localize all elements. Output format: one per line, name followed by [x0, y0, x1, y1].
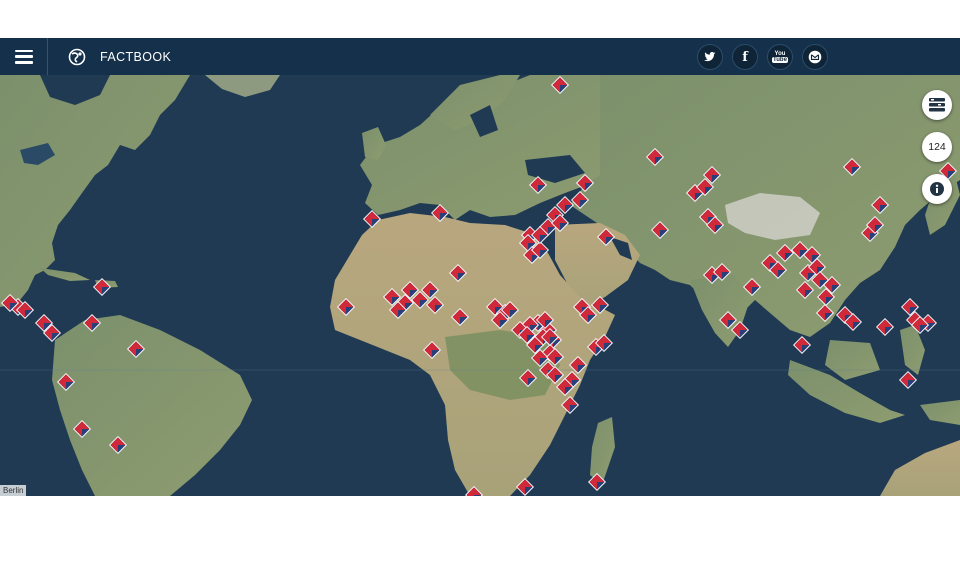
brand[interactable]: FACTBOOK [68, 48, 171, 66]
email-button[interactable] [802, 44, 828, 70]
youtube-button[interactable]: You Tube [767, 44, 793, 70]
map-attribution: Berlin [0, 485, 27, 496]
hamburger-icon [14, 49, 33, 64]
facebook-button[interactable]: f [732, 44, 758, 70]
marker-count-badge[interactable]: 124 [922, 132, 952, 162]
map-canvas[interactable] [0, 75, 960, 496]
top-navigation-bar: FACTBOOK f You Tube [0, 38, 960, 76]
email-icon [808, 50, 822, 64]
factbook-app: FACTBOOK f You Tube 124 Berlin [0, 38, 960, 496]
social-links: f You Tube [688, 44, 828, 70]
globe-logo-icon [68, 48, 86, 65]
facebook-icon: f [742, 49, 748, 65]
info-button[interactable] [922, 174, 952, 204]
info-icon [930, 182, 944, 196]
marker-count: 124 [928, 141, 946, 153]
layers-icon [929, 98, 945, 112]
twitter-button[interactable] [697, 44, 723, 70]
world-map[interactable]: 124 Berlin [0, 75, 960, 496]
layers-button[interactable] [922, 90, 952, 120]
app-title: FACTBOOK [100, 49, 172, 64]
menu-button[interactable] [0, 38, 48, 75]
twitter-icon [704, 52, 716, 62]
youtube-icon: You Tube [772, 51, 788, 63]
